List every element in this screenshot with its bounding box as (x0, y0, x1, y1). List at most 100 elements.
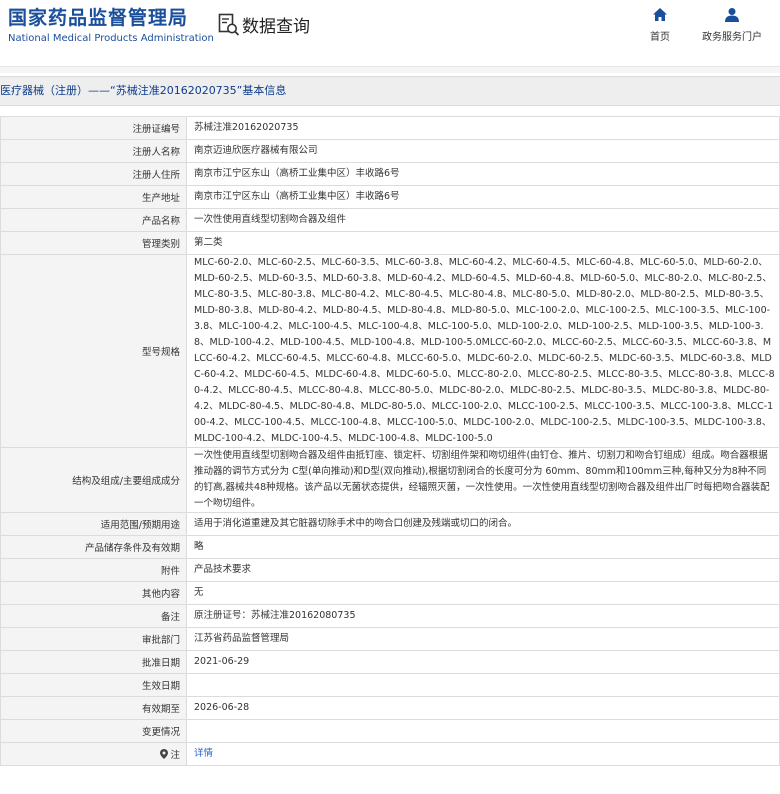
row-label: 产品名称 (0, 208, 187, 232)
row-value-text: 一次性使用直线型切割吻合器及组件 (194, 214, 347, 225)
nav-service-portal[interactable]: 政务服务门户 (696, 6, 768, 43)
table-row: 生效日期 (0, 673, 780, 697)
detail-table: 注册证编号 苏械注准20162020735 注册人名称 南京迈迪欣医疗器械有限公司 注册… (0, 116, 780, 766)
row-value: 第二类 (186, 231, 780, 255)
row-value-text: 南京市江宁区东山（高桥工业集中区）丰收路6号 (194, 191, 400, 202)
row-label-text: 型号规格 (141, 347, 180, 358)
row-label-text: 变更情况 (141, 727, 180, 738)
header-divider (0, 66, 780, 73)
row-label-text: 适用范围/预期用途 (100, 520, 180, 531)
nav-service-portal-label: 政务服务门户 (702, 32, 762, 43)
row-label: 型号规格 (0, 254, 187, 448)
table-row: 注 详情 (0, 742, 780, 766)
row-value: 产品技术要求 (186, 558, 780, 582)
row-label: 产品储存条件及有效期 (0, 535, 187, 559)
row-value: 2026-06-28 (186, 696, 780, 720)
row-label: 适用范围/预期用途 (0, 512, 187, 536)
row-value-text: 产品技术要求 (194, 564, 252, 575)
row-label: 批准日期 (0, 650, 187, 674)
logo-english-name: National Medical Products Administration (8, 33, 214, 44)
row-value-text: 2021-06-29 (194, 656, 250, 667)
row-label: 结构及组成/主要组成成分 (0, 447, 187, 513)
row-value: 南京市江宁区东山（高桥工业集中区）丰收路6号 (186, 185, 780, 209)
row-label: 其他内容 (0, 581, 187, 605)
table-row: 产品名称 一次性使用直线型切割吻合器及组件 (0, 208, 780, 232)
details-link[interactable]: 详情 (194, 748, 213, 759)
nav-home[interactable]: 首页 (624, 6, 696, 43)
table-row: 注册人名称 南京迈迪欣医疗器械有限公司 (0, 139, 780, 163)
row-label-text: 生效日期 (141, 681, 180, 692)
row-label: 审批部门 (0, 627, 187, 651)
row-value (186, 719, 780, 743)
row-label-text: 附件 (160, 566, 180, 577)
table-row: 备注 原注册证号：苏械注准20162080735 (0, 604, 780, 628)
row-label-text: 注册人住所 (132, 170, 180, 181)
row-value: 一次性使用直线型切割吻合器及组件 (186, 208, 780, 232)
row-label-text: 注 (170, 750, 180, 761)
table-row: 其他内容 无 (0, 581, 780, 605)
row-value-text: 南京市江宁区东山（高桥工业集中区）丰收路6号 (194, 168, 400, 179)
row-label: 变更情况 (0, 719, 187, 743)
data-query-title: 数据查询 (218, 12, 310, 37)
row-label: 生产地址 (0, 185, 187, 209)
row-value: 无 (186, 581, 780, 605)
row-value-text: 南京迈迪欣医疗器械有限公司 (194, 145, 318, 156)
row-value-text: 原注册证号：苏械注准20162080735 (194, 610, 356, 621)
row-label: 注册人住所 (0, 162, 187, 186)
row-value: 一次性使用直线型切割吻合器及组件由抵钉座、锁定杆、切割组件架和吻切组件(由钉仓、… (186, 447, 780, 513)
table-row: 生产地址 南京市江宁区东山（高桥工业集中区）丰收路6号 (0, 185, 780, 209)
nav-home-label: 首页 (650, 32, 670, 43)
row-value-text: 适用于消化道重建及其它脏器切除手术中的吻合口创建及残端或切口的闭合。 (194, 518, 518, 529)
row-label-text: 批准日期 (141, 658, 180, 669)
row-label-text: 产品名称 (141, 216, 180, 227)
table-row: 变更情况 (0, 719, 780, 743)
row-value: 南京市江宁区东山（高桥工业集中区）丰收路6号 (186, 162, 780, 186)
table-row: 批准日期 2021-06-29 (0, 650, 780, 674)
row-label-text: 备注 (160, 612, 180, 623)
table-row: 有效期至 2026-06-28 (0, 696, 780, 720)
table-row: 型号规格 MLC-60-2.0、MLC-60-2.5、MLC-60-3.5、MLC… (0, 254, 780, 448)
row-label-text: 产品储存条件及有效期 (84, 543, 180, 554)
site-header: 国家药品监督管理局 National Medical Products Admi… (0, 0, 780, 66)
site-logo[interactable]: 国家药品监督管理局 National Medical Products Admi… (8, 6, 214, 46)
row-label: 注册人名称 (0, 139, 187, 163)
row-label: 注 (0, 742, 187, 766)
user-icon (725, 8, 739, 22)
table-row: 产品储存条件及有效期 略 (0, 535, 780, 559)
row-value: MLC-60-2.0、MLC-60-2.5、MLC-60-3.5、MLC-60-… (186, 254, 780, 448)
row-value: 略 (186, 535, 780, 559)
row-value: 适用于消化道重建及其它脏器切除手术中的吻合口创建及残端或切口的闭合。 (186, 512, 780, 536)
row-value-text: MLC-60-2.0、MLC-60-2.5、MLC-60-3.5、MLC-60-… (194, 257, 775, 444)
table-row: 适用范围/预期用途 适用于消化道重建及其它脏器切除手术中的吻合口创建及残端或切口的… (0, 512, 780, 536)
row-label-text: 有效期至 (141, 704, 180, 715)
row-label: 有效期至 (0, 696, 187, 720)
logo-chinese-name: 国家药品监督管理局 (8, 7, 189, 29)
table-row: 结构及组成/主要组成成分 一次性使用直线型切割吻合器及组件由抵钉座、锁定杆、切割组… (0, 447, 780, 513)
row-value: 详情 (186, 742, 780, 766)
row-value: 苏械注准20162020735 (186, 116, 780, 140)
top-nav: 首页 政务服务门户 (624, 6, 768, 43)
page-title: 医疗器械（注册）——“苏械注准20162020735”基本信息 (0, 84, 287, 97)
row-label: 备注 (0, 604, 187, 628)
row-label-text: 管理类别 (141, 239, 180, 250)
row-label-text: 结构及组成/主要组成成分 (72, 476, 180, 487)
row-label-text: 注册人名称 (132, 147, 180, 158)
table-row: 注册证编号 苏械注准20162020735 (0, 116, 780, 140)
row-value-text: 略 (194, 541, 204, 552)
row-value-text: 苏械注准20162020735 (194, 122, 299, 133)
row-label-text: 生产地址 (141, 193, 180, 204)
row-value-text: 一次性使用直线型切割吻合器及组件由抵钉座、锁定杆、切割组件架和吻切组件(由钉仓、… (194, 450, 770, 509)
table-row: 审批部门 江苏省药品监督管理局 (0, 627, 780, 651)
table-row: 附件 产品技术要求 (0, 558, 780, 582)
section-title: 数据查询 (242, 17, 310, 37)
row-label: 生效日期 (0, 673, 187, 697)
row-value: 原注册证号：苏械注准20162080735 (186, 604, 780, 628)
table-row: 注册人住所 南京市江宁区东山（高桥工业集中区）丰收路6号 (0, 162, 780, 186)
document-search-icon (218, 13, 240, 36)
detail-table-body: 注册证编号 苏械注准20162020735 注册人名称 南京迈迪欣医疗器械有限公司 注册… (0, 116, 780, 766)
row-value-text: 江苏省药品监督管理局 (194, 633, 290, 644)
home-icon (653, 8, 667, 21)
row-label-text: 其他内容 (141, 589, 180, 600)
row-label: 注册证编号 (0, 116, 187, 140)
pin-icon (160, 749, 170, 761)
